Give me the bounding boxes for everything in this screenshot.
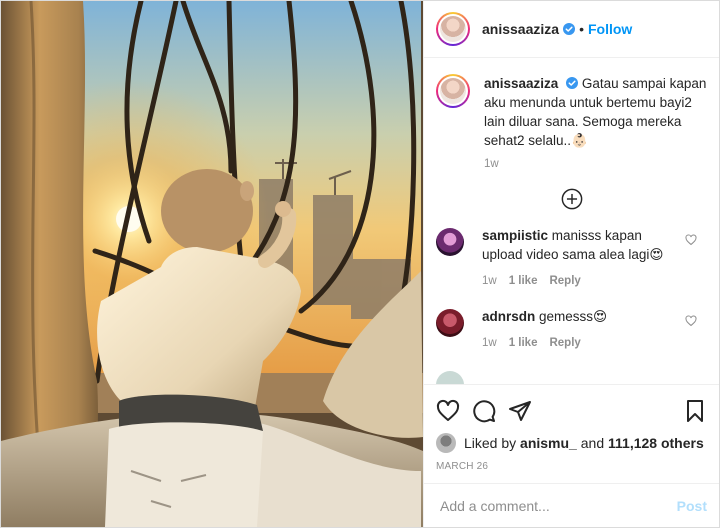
- comment-likes[interactable]: 1 like: [509, 272, 538, 291]
- comment-item: sampiistic manisss kapan upload video sa…: [424, 226, 719, 291]
- likes-summary: Liked by anismu_ and 111,128 others: [436, 431, 707, 455]
- comment-input[interactable]: [440, 497, 677, 514]
- author-username[interactable]: anissaaziza: [482, 21, 559, 37]
- heart-icon[interactable]: [685, 315, 697, 327]
- verified-badge-icon: [563, 23, 576, 35]
- comment-username[interactable]: sampiistic: [482, 228, 548, 243]
- photo-illustration: [1, 1, 423, 527]
- share-icon[interactable]: [508, 399, 532, 423]
- action-icons: [436, 391, 707, 431]
- comment-item-partial: [424, 369, 719, 384]
- comment-item: adnrsdn gemesss😍 1w 1 like Reply: [424, 307, 719, 353]
- verified-badge-icon: [566, 77, 579, 89]
- comment-text: gemesss😍: [539, 309, 608, 324]
- comment-likes[interactable]: 1 like: [509, 334, 538, 353]
- comment-icon[interactable]: [472, 399, 496, 423]
- post-photo[interactable]: [1, 1, 423, 527]
- load-more-comments[interactable]: [424, 188, 719, 210]
- commenter-avatar[interactable]: [436, 309, 464, 337]
- author-avatar[interactable]: [436, 12, 470, 46]
- heart-icon[interactable]: [685, 234, 697, 246]
- likes-and: and: [580, 435, 605, 451]
- comment-time[interactable]: 1w: [482, 334, 497, 353]
- liker-username[interactable]: anismu_: [520, 435, 577, 451]
- reply-button[interactable]: Reply: [549, 334, 580, 353]
- add-circle-icon[interactable]: [561, 188, 583, 210]
- header-separator: •: [579, 21, 584, 37]
- post-side-panel: anissaaziza • Follow anissaaziza Gatau s…: [423, 1, 719, 527]
- caption-time[interactable]: 1w: [484, 158, 707, 170]
- commenter-avatar[interactable]: [436, 371, 464, 384]
- commenter-avatar[interactable]: [436, 228, 464, 256]
- caption-avatar[interactable]: [436, 74, 470, 108]
- reply-button[interactable]: Reply: [549, 272, 580, 291]
- post-header: anissaaziza • Follow: [424, 1, 719, 58]
- follow-button[interactable]: Follow: [588, 21, 632, 37]
- likes-prefix: Liked by: [464, 435, 517, 451]
- post-actions: Liked by anismu_ and 111,128 others MARC…: [424, 384, 719, 483]
- bookmark-icon[interactable]: [683, 399, 707, 423]
- heart-icon[interactable]: [436, 399, 460, 423]
- comments-area[interactable]: anissaaziza Gatau sampai kapan aku menun…: [424, 58, 719, 384]
- caption-username[interactable]: anissaaziza: [484, 76, 558, 91]
- post-date[interactable]: MARCH 26: [436, 461, 707, 483]
- comment-time[interactable]: 1w: [482, 272, 497, 291]
- likes-count[interactable]: 111,128 others: [608, 435, 704, 451]
- comment-username[interactable]: adnrsdn: [482, 309, 535, 324]
- post-dialog: anissaaziza • Follow anissaaziza Gatau s…: [0, 0, 720, 528]
- post-comment-button[interactable]: Post: [677, 498, 707, 514]
- liker-avatar[interactable]: [436, 433, 456, 453]
- add-comment-bar: Post: [424, 483, 719, 527]
- post-caption: anissaaziza Gatau sampai kapan aku menun…: [424, 58, 719, 170]
